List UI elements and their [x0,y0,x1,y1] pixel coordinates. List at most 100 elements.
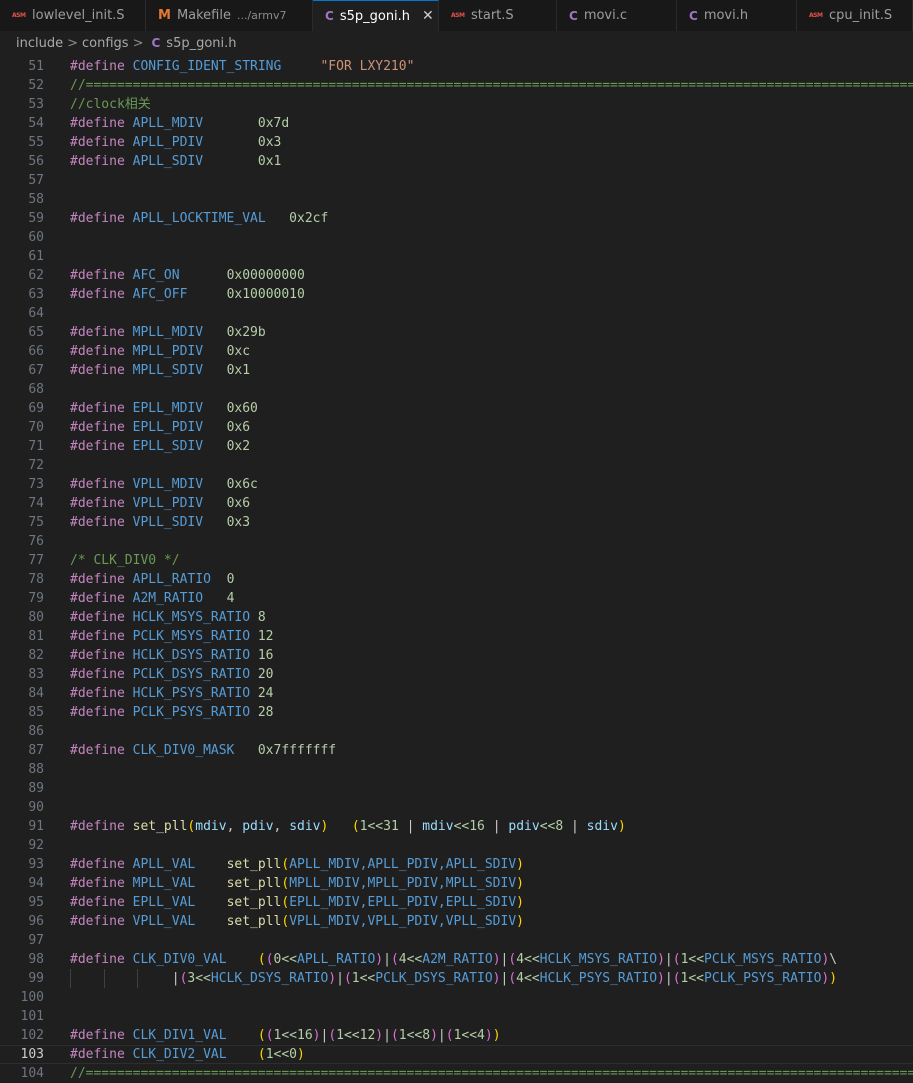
tab-cpu-init-s[interactable]: ASM cpu_init.S [797,0,913,31]
code-line[interactable]: 51 #define CONFIG_IDENT_STRING "FOR LXY21… [0,57,913,76]
code-line[interactable]: 65 #define MPLL_MDIV 0x29b [0,323,913,342]
code-line[interactable]: 64 [0,304,913,323]
line-number: 98 [28,952,44,967]
line-number: 91 [28,819,44,834]
code-line[interactable]: 80 #define HCLK_MSYS_RATIO 8 [0,608,913,627]
code-line[interactable]: 88 [0,760,913,779]
code-line[interactable]: 98 #define CLK_DIV0_VAL ((0<<APLL_RATIO)|… [0,950,913,969]
code-line[interactable]: 90 [0,798,913,817]
code-token: #define [70,401,133,416]
code-token: #define [70,591,133,606]
line-number: 73 [28,477,44,492]
code-token: 1<< [351,971,376,986]
code-line[interactable]: 85 #define PCLK_PSYS_RATIO 28 [0,703,913,722]
code-line[interactable]: 60 [0,228,913,247]
code-line[interactable]: 99 |(3<<HCLK_DSYS_RATIO)|(1<<PCLK_DSYS_R… [0,969,913,988]
code-line[interactable]: 97 [0,931,913,950]
code-line[interactable]: 63 #define AFC_OFF 0x10000010 [0,285,913,304]
code-token: #define [70,1047,133,1062]
code-line[interactable]: 59 #define APLL_LOCKTIME_VAL 0x2cf [0,209,913,228]
code-line[interactable]: 69 #define EPLL_MDIV 0x60 [0,399,913,418]
code-line[interactable]: 100 [0,988,913,1007]
code-token: 0x6 [226,420,251,435]
close-icon[interactable]: ✕ [422,8,434,24]
code-line[interactable]: 93 #define APLL_VAL set_pll(APLL_MDIV,APL… [0,855,913,874]
breadcrumb-item-configs[interactable]: configs [82,36,129,51]
code-line[interactable]: 66 #define MPLL_PDIV 0xc [0,342,913,361]
code-line[interactable]: 56 #define APLL_SDIV 0x1 [0,152,913,171]
code-line[interactable]: 52 //====================================… [0,76,913,95]
code-token: #define [70,914,133,929]
code-token: PCLK_DSYS_RATIO [375,971,493,986]
code-token: APLL_RATIO [297,952,376,967]
code-line[interactable]: 79 #define A2M_RATIO 4 [0,589,913,608]
code-line[interactable]: 71 #define EPLL_SDIV 0x2 [0,437,913,456]
code-line[interactable]: 84 #define HCLK_PSYS_RATIO 24 [0,684,913,703]
code-line[interactable]: 102 #define CLK_DIV1_VAL ((1<<16)|(1<<12)… [0,1026,913,1045]
tab-s5p-goni-h[interactable]: Cs5p_goni.h ✕ [313,0,439,31]
code-line[interactable]: 62 #define AFC_ON 0x00000000 [0,266,913,285]
line-number: 74 [28,496,44,511]
tab-description: .../armv7 [236,9,287,22]
line-number: 100 [20,990,44,1005]
code-token: APLL_MDIV [132,116,204,131]
code-line[interactable]: 101 [0,1007,913,1026]
code-line[interactable]: 95 #define EPLL_VAL set_pll(EPLL_MDIV,EPL… [0,893,913,912]
code-line[interactable]: 104 //===================================… [0,1064,913,1083]
code-line[interactable]: 86 [0,722,913,741]
code-line[interactable]: 103 #define CLK_DIV2_VAL (1<<0) [0,1045,913,1064]
code-line[interactable]: 74 #define VPLL_PDIV 0x6 [0,494,913,513]
code-line[interactable]: 68 [0,380,913,399]
code-line[interactable]: 53 //clock相关 [0,95,913,114]
code-line[interactable]: 75 #define VPLL_SDIV 0x3 [0,513,913,532]
code-line[interactable]: 77 /* CLK_DIV0 */ [0,551,913,570]
code-token: pdiv [242,819,274,834]
code-line[interactable]: 55 #define APLL_PDIV 0x3 [0,133,913,152]
breadcrumb-item-file[interactable]: s5p_goni.h [166,36,236,51]
code-line[interactable]: 54 #define APLL_MDIV 0x7d [0,114,913,133]
code-line[interactable]: 91 #define set_pll(mdiv, pdiv, sdiv) (1<<… [0,817,913,836]
code-token: VPLL_SDIV [132,515,204,530]
code-line[interactable]: 96 #define VPLL_VAL set_pll(VPLL_MDIV,VPL… [0,912,913,931]
code-token: 0x60 [226,401,258,416]
code-line[interactable]: 70 #define EPLL_PDIV 0x6 [0,418,913,437]
code-token: ) [375,1028,384,1043]
code-line[interactable]: 94 #define MPLL_VAL set_pll(MPLL_MDIV,MPL… [0,874,913,893]
tab-movi-c[interactable]: Cmovi.c [557,0,677,31]
code-editor[interactable]: 51 #define CONFIG_IDENT_STRING "FOR LXY21… [0,57,913,1083]
tab-makefile[interactable]: M Makefile .../armv7 [146,0,313,31]
tab-start-s[interactable]: ASM start.S [439,0,557,31]
code-token: set_pll [226,857,282,872]
code-token: #define [70,857,133,872]
code-line[interactable]: 73 #define VPLL_MDIV 0x6c [0,475,913,494]
line-number: 95 [28,895,44,910]
code-token: | [664,971,673,986]
code-token: 0x7fffffff [257,743,337,758]
tab-movi-h[interactable]: Cmovi.h [677,0,797,31]
code-line[interactable]: 87 #define CLK_DIV0_MASK 0x7fffffff [0,741,913,760]
code-line[interactable]: 82 #define HCLK_DSYS_RATIO 16 [0,646,913,665]
code-line[interactable]: 58 [0,190,913,209]
code-line[interactable]: 92 [0,836,913,855]
code-line[interactable]: 89 [0,779,913,798]
code-line[interactable]: 72 [0,456,913,475]
code-token: ) [492,1028,501,1043]
line-number: 62 [28,268,44,283]
breadcrumb-item-include[interactable]: include [16,36,63,51]
code-line[interactable]: 83 #define PCLK_DSYS_RATIO 20 [0,665,913,684]
code-line[interactable]: 57 [0,171,913,190]
code-text: #define VPLL_MDIV 0x6c [70,475,258,494]
code-line[interactable]: 67 #define MPLL_SDIV 0x1 [0,361,913,380]
line-number: 66 [28,344,44,359]
line-number: 94 [28,876,44,891]
tab-lowlevel-init-s[interactable]: ASM lowlevel_init.S [0,0,146,31]
code-line[interactable]: 78 #define APLL_RATIO 0 [0,570,913,589]
code-line[interactable]: 76 [0,532,913,551]
code-line[interactable]: 61 [0,247,913,266]
code-token: #define [70,420,133,435]
code-text: |(3<<HCLK_DSYS_RATIO)|(1<<PCLK_DSYS_RATI… [70,969,837,988]
code-token: #define [70,743,133,758]
code-line[interactable]: 81 #define PCLK_MSYS_RATIO 12 [0,627,913,646]
